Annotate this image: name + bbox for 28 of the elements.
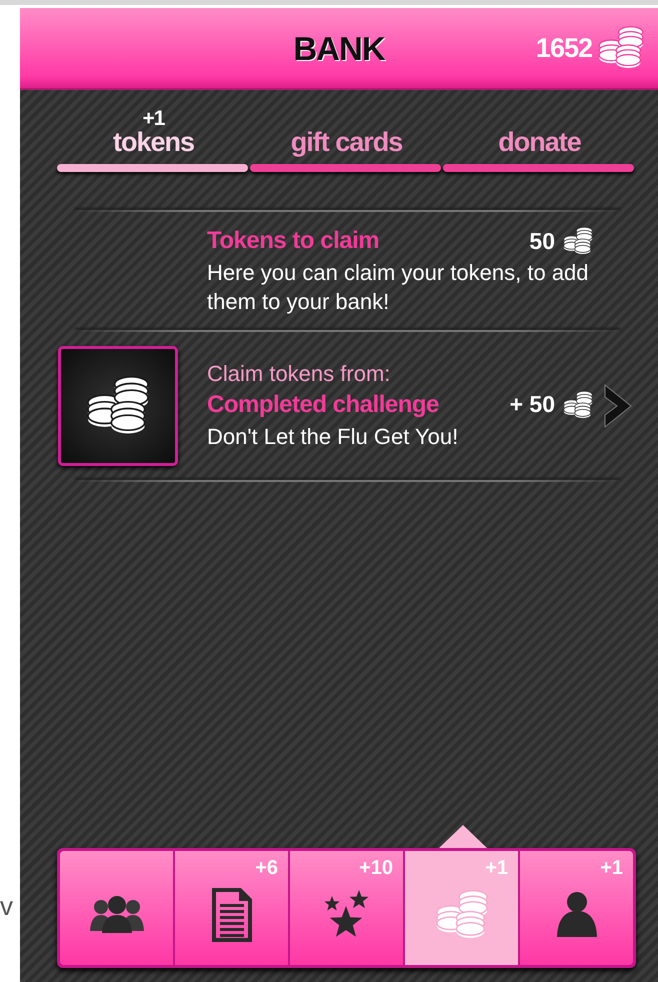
coins-icon — [598, 26, 644, 70]
person-icon — [554, 891, 598, 939]
claim-title: Tokens to claim — [207, 227, 380, 255]
claim-description: Here you can claim your tokens, to add them to your bank! — [207, 259, 590, 316]
claim-description: Don't Let the Flu Get You! — [207, 422, 460, 451]
group-icon — [88, 895, 144, 935]
coins-icon — [434, 890, 488, 940]
coins-icon — [86, 376, 150, 436]
margin-text: v — [0, 891, 13, 922]
token-amount: 50 — [529, 228, 555, 254]
caption-text: Claim tokens from: — [207, 360, 392, 387]
badge-count: +10 — [359, 857, 393, 880]
tab[interactable]: donate — [443, 92, 636, 172]
badge-count: +6 — [255, 857, 278, 880]
page-title: BANK — [293, 30, 385, 68]
chevron-icon — [603, 383, 633, 430]
nav-button[interactable] — [60, 851, 173, 965]
badge-count: +1 — [600, 857, 623, 880]
coins-icon — [563, 226, 593, 256]
claim-row[interactable]: Claim tokens from: Completed challenge + 50 Don't Let the Flu Get You! — [20, 332, 658, 480]
coins-icon — [563, 390, 593, 420]
tab[interactable]: +1 tokens — [57, 92, 250, 172]
token-balance: 1652 — [536, 32, 592, 64]
tab[interactable]: gift cards — [250, 92, 443, 172]
claim-title: Completed challenge — [207, 390, 439, 419]
document-icon — [212, 888, 252, 942]
token-amount: + 50 — [510, 391, 555, 418]
badge-count: +1 — [485, 857, 508, 880]
